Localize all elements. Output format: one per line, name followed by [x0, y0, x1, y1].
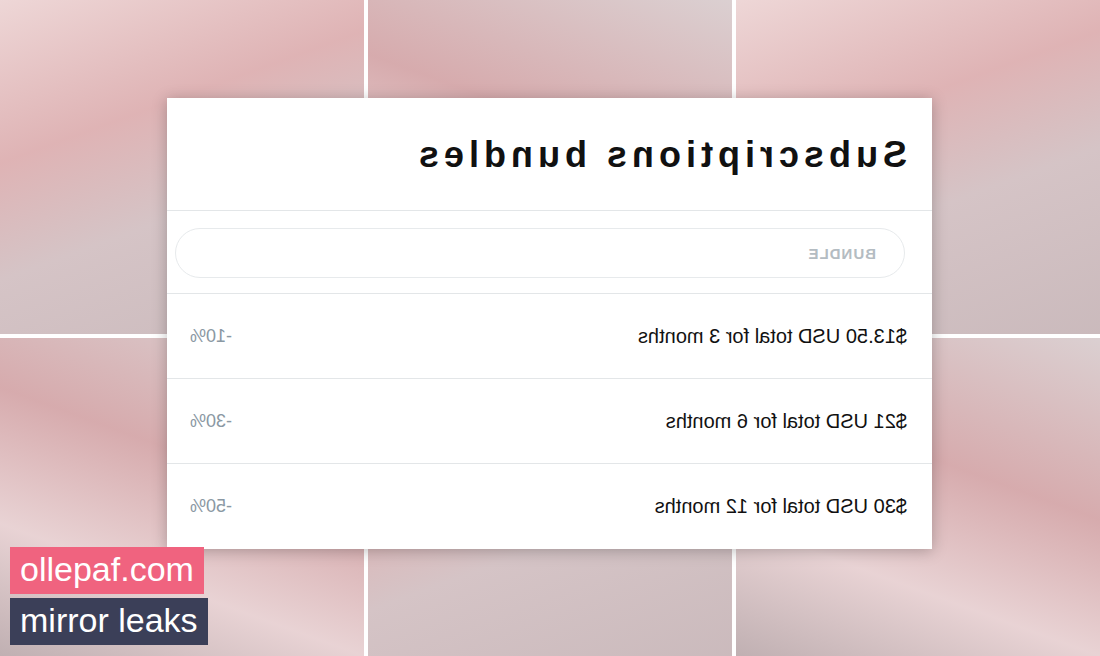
watermark-tagline: mirror leaks: [10, 598, 208, 645]
bundle-row[interactable]: $30 USD total for 12 months -50%: [167, 464, 932, 549]
bundle-row[interactable]: $13.50 USD total for 3 months -10%: [167, 294, 932, 379]
watermark-site: ollepaf.com: [10, 547, 204, 594]
watermark: ollepaf.commirror leaks: [10, 547, 208, 645]
bundle-price: $21 USD total for 6 months: [666, 410, 907, 433]
bundle-section: BUNDLE: [167, 211, 932, 294]
bundle-price: $30 USD total for 12 months: [655, 495, 907, 518]
bundle-discount: -50%: [190, 496, 232, 517]
dialog-title: Subscriptions bundles: [167, 98, 932, 211]
section-label: BUNDLE: [808, 245, 877, 262]
bundle-discount: -10%: [190, 326, 232, 347]
bundle-price: $13.50 USD total for 3 months: [638, 325, 907, 348]
bundles-dialog: Subscriptions bundles BUNDLE $13.50 USD to…: [167, 98, 932, 549]
bundle-header: BUNDLE: [175, 228, 905, 278]
bundle-row[interactable]: $21 USD total for 6 months -30%: [167, 379, 932, 464]
bundle-discount: -30%: [190, 411, 232, 432]
